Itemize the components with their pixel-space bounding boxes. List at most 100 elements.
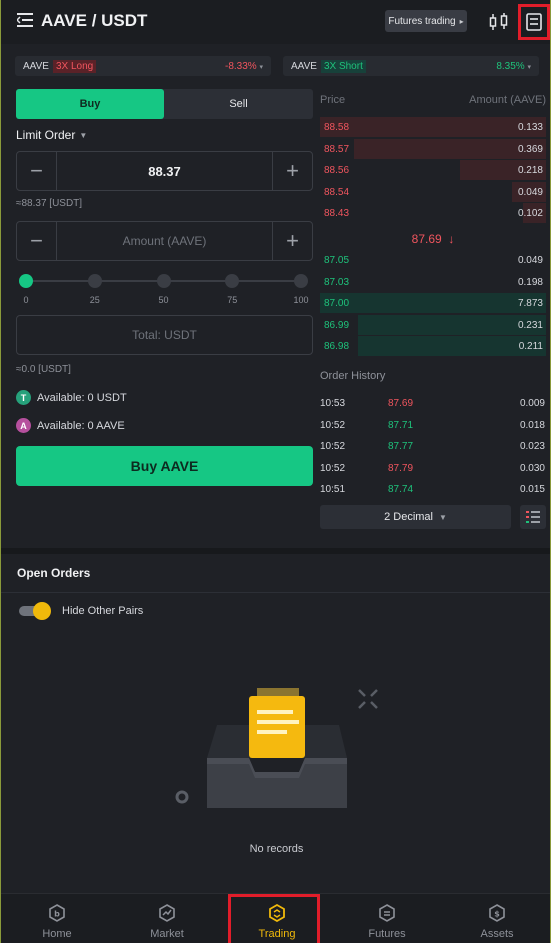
order-document-icon bbox=[526, 13, 542, 31]
assets-icon: $ bbox=[489, 904, 505, 922]
ask-price: 88.57 bbox=[324, 143, 350, 155]
orders-button-highlighted[interactable] bbox=[518, 4, 550, 40]
ask-row[interactable]: 88.58 0.133 bbox=[320, 117, 546, 137]
play-arrow-icon: ▸ bbox=[459, 16, 464, 26]
app-root: AAVE / USDT Futures trading ▸ AAVE 3X Lo… bbox=[0, 0, 551, 943]
bid-price: 86.98 bbox=[324, 341, 350, 352]
nav-trading[interactable]: Trading bbox=[222, 894, 332, 943]
decimal-precision-dropdown[interactable]: 2 Decimal ▼ bbox=[320, 505, 511, 529]
depth-bar bbox=[320, 117, 546, 137]
history-amount: 0.015 bbox=[519, 484, 545, 495]
bid-price: 87.05 bbox=[324, 255, 350, 266]
slider-stop-25[interactable] bbox=[87, 274, 102, 288]
nav-market[interactable]: Market bbox=[112, 894, 222, 943]
ask-row[interactable]: 88.56 0.218 bbox=[320, 160, 546, 180]
nav-futures-label: Futures bbox=[368, 928, 406, 940]
history-row: 10:51 87.74 0.015 bbox=[320, 484, 546, 500]
amount-column-header: Amount (AAVE) bbox=[469, 94, 546, 106]
svg-text:b: b bbox=[54, 910, 60, 919]
usdt-coin-icon: T bbox=[16, 390, 31, 405]
buy-tab[interactable]: Buy bbox=[16, 89, 164, 119]
history-amount: 0.023 bbox=[519, 441, 545, 452]
caret-down-icon: ▼ bbox=[438, 512, 447, 522]
nav-home[interactable]: b Home bbox=[2, 894, 112, 943]
toggle-knob bbox=[33, 602, 51, 620]
candlestick-chart-icon[interactable] bbox=[489, 12, 509, 32]
buy-aave-button[interactable]: Buy AAVE bbox=[16, 446, 313, 486]
order-type-dropdown[interactable]: Limit Order ▼ bbox=[16, 128, 87, 142]
price-hint: ≈88.37 [USDT] bbox=[16, 198, 83, 209]
orderbook-header: Price Amount (AAVE) bbox=[320, 94, 546, 106]
slider-label: 75 bbox=[227, 295, 238, 305]
order-history-title: Order History bbox=[320, 370, 386, 382]
down-arrow-icon: ↓ bbox=[448, 232, 455, 246]
leverage-short-symbol: AAVE bbox=[291, 60, 317, 72]
history-row: 10:53 87.69 0.009 bbox=[320, 398, 546, 414]
history-price: 87.77 bbox=[388, 441, 414, 452]
leverage-short-chip[interactable]: AAVE 3X Short 8.35% ▾ bbox=[283, 56, 539, 76]
amount-increase-button[interactable]: + bbox=[272, 222, 312, 260]
ask-row[interactable]: 88.43 0.102 bbox=[320, 203, 546, 223]
nav-home-label: Home bbox=[42, 928, 72, 940]
bid-price: 87.00 bbox=[324, 298, 350, 309]
ask-row[interactable]: 88.54 0.049 bbox=[320, 181, 546, 202]
depth-bar bbox=[320, 293, 546, 313]
menu-icon[interactable] bbox=[17, 13, 33, 27]
available-aave-row: A Available: 0 AAVE bbox=[16, 418, 125, 433]
leverage-long-symbol: AAVE bbox=[23, 60, 49, 72]
history-price: 87.69 bbox=[388, 398, 414, 409]
ask-row[interactable]: 88.57 0.369 bbox=[320, 138, 546, 159]
amount-input[interactable]: Amount (AAVE) bbox=[57, 222, 272, 260]
last-price: 87.69 ↓ bbox=[320, 232, 546, 246]
slider-label: 0 bbox=[23, 295, 29, 305]
price-decrease-button[interactable]: − bbox=[17, 152, 57, 190]
total-input[interactable]: Total: USDT bbox=[16, 315, 313, 355]
slider-stop-50[interactable] bbox=[156, 274, 171, 288]
slider-stop-0[interactable] bbox=[19, 274, 33, 288]
price-increase-button[interactable]: + bbox=[272, 152, 312, 190]
leverage-long-chip[interactable]: AAVE 3X Long -8.33% ▾ bbox=[15, 56, 271, 76]
amount-percent-slider[interactable] bbox=[19, 273, 308, 289]
history-amount: 0.009 bbox=[519, 398, 545, 409]
nav-assets[interactable]: $ Assets bbox=[442, 894, 551, 943]
bid-row[interactable]: 86.98 0.211 bbox=[320, 336, 546, 356]
bid-row[interactable]: 86.99 0.231 bbox=[320, 314, 546, 335]
futures-trading-button[interactable]: Futures trading ▸ bbox=[385, 10, 467, 32]
leverage-short-tag: 3X Short bbox=[320, 59, 366, 73]
slider-stop-75[interactable] bbox=[225, 274, 240, 288]
nav-futures[interactable]: Futures bbox=[332, 894, 442, 943]
available-aave: Available: 0 AAVE bbox=[37, 419, 125, 432]
bid-amount: 0.198 bbox=[517, 276, 543, 288]
amount-decrease-button[interactable]: − bbox=[17, 222, 57, 260]
nav-assets-label: Assets bbox=[480, 928, 514, 940]
trading-icon bbox=[269, 904, 285, 922]
total-hint: ≈0.0 [USDT] bbox=[16, 364, 71, 375]
bid-row[interactable]: 87.00 7.873 bbox=[320, 293, 546, 313]
hide-other-pairs-label: Hide Other Pairs bbox=[62, 605, 144, 617]
history-amount: 0.018 bbox=[519, 419, 545, 431]
pair-title[interactable]: AAVE / USDT bbox=[41, 11, 147, 31]
price-stepper: − 88.37 + bbox=[16, 151, 313, 191]
futures-trading-label: Futures trading bbox=[388, 15, 456, 27]
hide-other-pairs-toggle[interactable] bbox=[19, 602, 53, 620]
ask-amount: 0.369 bbox=[517, 143, 543, 155]
order-type-label: Limit Order bbox=[16, 128, 76, 142]
bottom-navigation: b Home Market Trading Futures $ Assets bbox=[1, 893, 550, 943]
decimal-label: 2 Decimal bbox=[384, 511, 433, 523]
futures-icon bbox=[379, 904, 395, 922]
price-input[interactable]: 88.37 bbox=[57, 152, 272, 190]
history-time: 10:53 bbox=[320, 398, 346, 409]
bid-row[interactable]: 87.03 0.198 bbox=[320, 272, 546, 292]
orderbook-layout-button[interactable] bbox=[520, 505, 546, 529]
slider-stop-100[interactable] bbox=[294, 274, 308, 288]
history-time: 10:52 bbox=[320, 419, 346, 431]
sell-tab[interactable]: Sell bbox=[164, 89, 313, 119]
bid-row[interactable]: 87.05 0.049 bbox=[320, 250, 546, 270]
ask-price: 88.54 bbox=[324, 186, 350, 198]
history-row: 10:52 87.77 0.023 bbox=[320, 441, 546, 457]
bid-amount: 0.211 bbox=[518, 341, 543, 352]
history-amount: 0.030 bbox=[519, 462, 545, 474]
top-header: AAVE / USDT Futures trading ▸ bbox=[1, 0, 550, 44]
history-price: 87.71 bbox=[388, 419, 414, 431]
buy-sell-toggle: Buy Sell bbox=[16, 89, 313, 119]
